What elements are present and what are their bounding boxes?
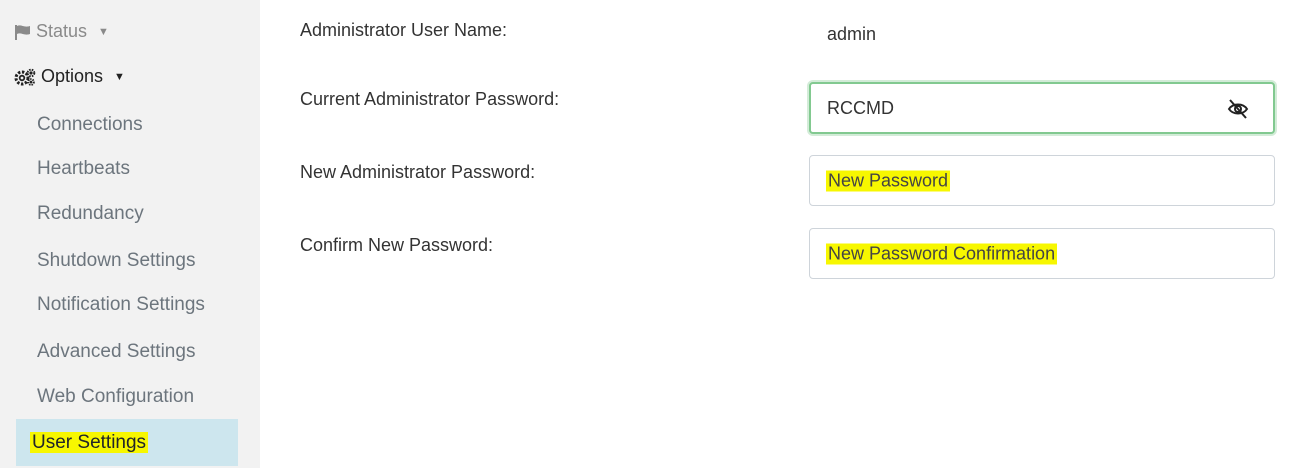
admin-user-name-value: admin [827,24,877,44]
admin-user-name-label: Administrator User Name: [300,20,508,40]
eye-slash-icon[interactable] [1225,97,1251,121]
nav-status-label: Status [36,21,88,41]
sidebar-item-notification-settings[interactable]: Notification Settings [37,294,205,316]
sidebar-item-advanced-settings[interactable]: Advanced Settings [37,341,195,363]
sidebar: Status ▼ Options ▼ Connections Heartbeat… [0,0,260,468]
nav-options-label: Options [41,66,104,86]
current-password-input[interactable] [811,84,1273,132]
sidebar-item-redundancy[interactable]: Redundancy [37,203,144,225]
current-password-field[interactable] [809,82,1275,134]
sidebar-item-shutdown-settings[interactable]: Shutdown Settings [37,250,195,272]
new-password-field[interactable]: New Password [809,155,1275,206]
current-password-label: Current Administrator Password: [300,89,560,109]
confirm-password-input[interactable] [810,229,1274,278]
gears-icon [14,68,36,86]
nav-options[interactable]: Options ▼ [14,66,125,87]
sidebar-item-connections[interactable]: Connections [37,114,143,136]
confirm-password-label: Confirm New Password: [300,235,494,255]
nav-status[interactable]: Status ▼ [14,21,109,42]
sidebar-item-heartbeats[interactable]: Heartbeats [37,158,130,180]
sidebar-item-user-settings[interactable]: User Settings [16,419,238,466]
new-password-label: New Administrator Password: [300,162,536,182]
confirm-password-field[interactable]: New Password Confirmation [809,228,1275,279]
sidebar-item-label: User Settings [30,432,149,453]
caret-down-icon: ▼ [98,25,109,38]
new-password-input[interactable] [810,156,1274,205]
flag-icon [15,24,30,40]
sidebar-item-web-configuration[interactable]: Web Configuration [37,386,194,408]
caret-down-icon: ▼ [114,70,125,83]
